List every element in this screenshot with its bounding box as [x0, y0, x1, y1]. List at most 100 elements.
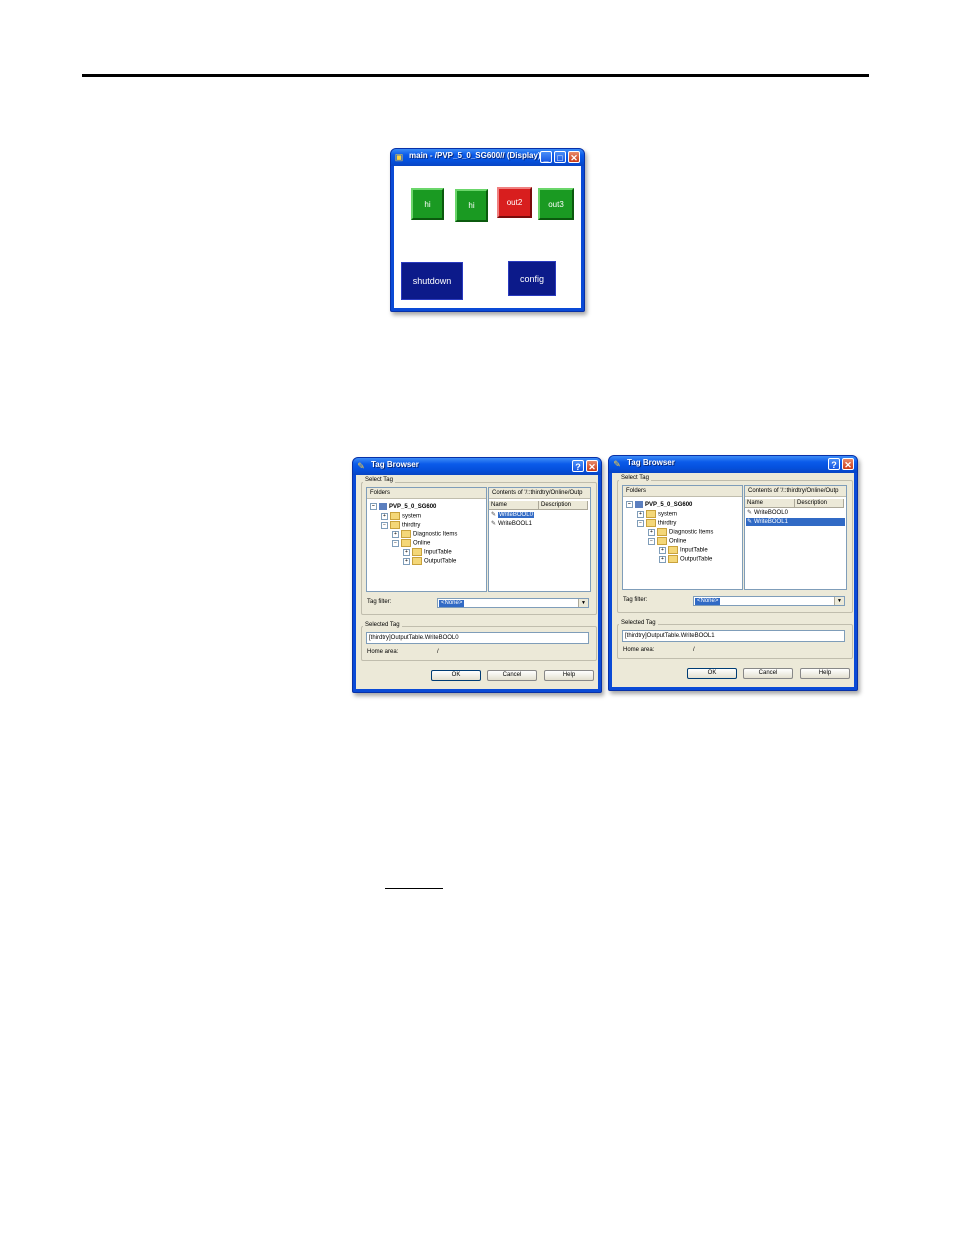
folder-icon: [401, 530, 411, 538]
collapse-icon[interactable]: −: [370, 503, 377, 510]
close-icon[interactable]: ✕: [586, 460, 598, 472]
tree-root[interactable]: − PVP_5_0_SG600: [626, 501, 692, 509]
collapse-icon[interactable]: −: [381, 521, 388, 529]
open-folder-icon: [668, 555, 678, 563]
maximize-icon[interactable]: □: [554, 151, 566, 163]
expand-icon[interactable]: +: [659, 546, 666, 554]
tag-row[interactable]: ✎ WriteBOOL1: [746, 518, 845, 526]
tree-system[interactable]: + system: [381, 512, 421, 521]
select-tag-label: Select Tag: [363, 477, 395, 483]
close-icon[interactable]: ✕: [842, 458, 854, 470]
column-headers: Name Description: [489, 501, 590, 510]
description-column-header[interactable]: Description: [795, 499, 844, 508]
contents-pane[interactable]: Contents of '/::thirdtry/Online/Outp Nam…: [744, 485, 847, 590]
tree-input-table[interactable]: + InputTable: [659, 546, 708, 555]
config-button[interactable]: config: [508, 261, 556, 296]
home-area-label: Home area:: [367, 649, 399, 655]
folders-header: Folders: [367, 488, 486, 499]
expand-icon[interactable]: +: [659, 555, 666, 563]
folder-icon: [401, 539, 411, 547]
tree-diagnostic-items[interactable]: + Diagnostic Items: [392, 530, 457, 539]
tag-row[interactable]: ✎ WriteBOOL0: [746, 509, 788, 517]
tree-output-table[interactable]: + OutputTable: [403, 557, 456, 566]
tag-row[interactable]: ✎ WriteBOOL1: [490, 520, 532, 528]
chevron-down-icon[interactable]: ▼: [834, 597, 844, 605]
folders-pane[interactable]: Folders − PVP_5_0_SG600 + system − thirdtry…: [366, 487, 487, 592]
tag-browser-body: Select Tag Folders − PVP_5_0_SG600 + syste…: [612, 473, 854, 687]
selected-tag-field[interactable]: [thirdtry]OutputTable.WriteBOOL0: [366, 632, 589, 644]
tag-browser-titlebar[interactable]: ✎ Tag Browser ? ✕: [353, 458, 601, 475]
tree-input-table[interactable]: + InputTable: [403, 548, 452, 557]
ok-button[interactable]: OK: [687, 668, 737, 679]
tag-browser-icon: ✎: [357, 461, 365, 471]
selected-tag-group-label: Selected Tag: [619, 620, 658, 626]
tree-online[interactable]: − Online: [648, 537, 686, 546]
display-window-title: main - /PVP_5_0_SG600// (Display): [409, 151, 541, 160]
expand-icon[interactable]: +: [648, 528, 655, 536]
folder-icon: [390, 521, 400, 529]
ok-button[interactable]: OK: [431, 670, 481, 681]
home-area-value: /: [437, 649, 439, 655]
cancel-button[interactable]: Cancel: [743, 668, 793, 679]
help-icon[interactable]: ?: [572, 460, 584, 472]
folders-header: Folders: [623, 486, 742, 497]
display-window-titlebar[interactable]: ▣ main - /PVP_5_0_SG600// (Display) _ □ …: [391, 149, 584, 166]
out3-button[interactable]: out3: [538, 188, 574, 220]
expand-icon[interactable]: +: [637, 510, 644, 518]
folder-icon: [646, 510, 656, 518]
tag-browser-dialog-1: ✎ Tag Browser ? ✕ Select Tag Folders − PV…: [352, 457, 602, 693]
tree-system[interactable]: + system: [637, 510, 677, 519]
collapse-icon[interactable]: −: [637, 519, 644, 527]
expand-icon[interactable]: +: [403, 548, 410, 556]
tag-icon: ✎: [491, 512, 497, 518]
expand-icon[interactable]: +: [381, 512, 388, 520]
tag-filter-value: <None>: [439, 600, 465, 607]
folder-icon: [657, 537, 667, 545]
contents-header: Contents of '/::thirdtry/Online/Outp: [489, 488, 590, 499]
tag-row[interactable]: ✎ WriteBOOL0: [490, 511, 589, 519]
display-canvas: hi hi out2 out3 shutdown config: [394, 166, 581, 308]
help-button[interactable]: Help: [800, 668, 850, 679]
collapse-icon[interactable]: −: [648, 537, 655, 545]
close-icon[interactable]: ✕: [568, 151, 580, 163]
folder-icon: [412, 548, 422, 556]
contents-pane[interactable]: Contents of '/::thirdtry/Online/Outp Nam…: [488, 487, 591, 592]
folder-icon: [646, 519, 656, 527]
chevron-down-icon[interactable]: ▼: [578, 599, 588, 607]
tree-output-table[interactable]: + OutputTable: [659, 555, 712, 564]
name-column-header[interactable]: Name: [745, 499, 795, 508]
page-header-rule: [82, 74, 869, 77]
tag-filter-label: Tag filter:: [623, 597, 648, 603]
tree-online[interactable]: − Online: [392, 539, 430, 548]
server-icon: [379, 503, 387, 510]
help-button[interactable]: Help: [544, 670, 594, 681]
tree-root[interactable]: − PVP_5_0_SG600: [370, 503, 436, 511]
home-area-value: /: [693, 647, 695, 653]
selected-tag-field[interactable]: [thirdtry]OutputTable.WriteBOOL1: [622, 630, 845, 642]
tag-filter-select[interactable]: <None> ▼: [437, 598, 589, 608]
expand-icon[interactable]: +: [392, 530, 399, 538]
help-icon[interactable]: ?: [828, 458, 840, 470]
out2-button[interactable]: out2: [497, 187, 532, 218]
expand-icon[interactable]: +: [403, 557, 410, 565]
shutdown-button[interactable]: shutdown: [401, 262, 463, 300]
cancel-button[interactable]: Cancel: [487, 670, 537, 681]
description-column-header[interactable]: Description: [539, 501, 588, 510]
tag-icon: ✎: [747, 519, 753, 525]
tree-thirdtry[interactable]: − thirdtry: [381, 521, 420, 530]
tag-filter-select[interactable]: <None> ▼: [693, 596, 845, 606]
collapse-icon[interactable]: −: [626, 501, 633, 508]
name-column-header[interactable]: Name: [489, 501, 539, 510]
tree-diagnostic-items[interactable]: + Diagnostic Items: [648, 528, 713, 537]
minimize-icon[interactable]: _: [540, 151, 552, 163]
folder-icon: [668, 546, 678, 554]
tag-browser-titlebar[interactable]: ✎ Tag Browser ? ✕: [609, 456, 857, 473]
tag-browser-icon: ✎: [613, 459, 621, 469]
home-area-label: Home area:: [623, 647, 655, 653]
collapse-icon[interactable]: −: [392, 539, 399, 547]
hi-button-2[interactable]: hi: [455, 189, 488, 222]
selected-tag-group-label: Selected Tag: [363, 622, 402, 628]
folders-pane[interactable]: Folders − PVP_5_0_SG600 + system − thirdtry…: [622, 485, 743, 590]
tree-thirdtry[interactable]: − thirdtry: [637, 519, 676, 528]
hi-button-1[interactable]: hi: [411, 188, 444, 220]
